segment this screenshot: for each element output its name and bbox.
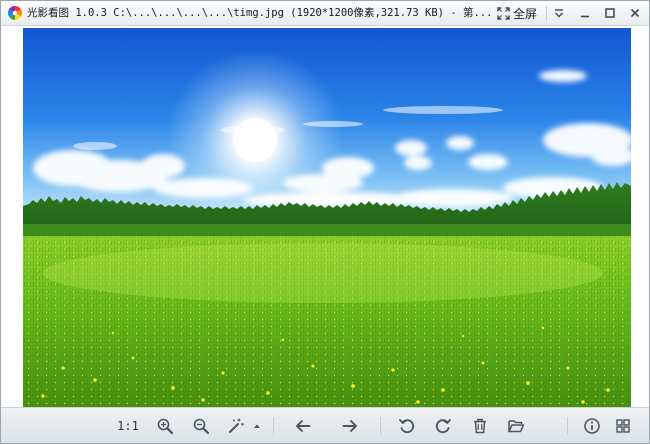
toolbar-separator <box>380 417 381 435</box>
magic-wand-icon <box>229 418 244 433</box>
dropdown-icon <box>555 9 563 18</box>
zoom-out-icon <box>193 418 210 435</box>
info-icon <box>584 418 600 434</box>
rotate-left-button[interactable] <box>395 415 419 437</box>
title-bar[interactable]: 光影看图 1.0.3 C:\...\...\...\...\timg.jpg (… <box>1 1 649 26</box>
image-viewer-window: 光影看图 1.0.3 C:\...\...\...\...\timg.jpg (… <box>0 0 650 444</box>
maximize-icon <box>605 8 615 18</box>
thumbnail-grid-button[interactable] <box>611 415 635 437</box>
minimize-icon <box>581 15 589 18</box>
rotate-right-button[interactable] <box>431 415 455 437</box>
rotate-right-icon <box>435 419 451 434</box>
fullscreen-icon <box>497 6 510 20</box>
image-viewer-area[interactable] <box>1 26 649 408</box>
toolbar-separator <box>273 417 274 435</box>
folder-icon <box>508 420 525 433</box>
maximize-button[interactable] <box>598 1 622 25</box>
close-button[interactable] <box>623 1 647 25</box>
open-folder-button[interactable] <box>504 415 528 437</box>
toolbar-separator <box>567 417 568 435</box>
app-logo-icon <box>8 6 22 20</box>
magic-options-button[interactable] <box>251 415 263 437</box>
menu-dropdown-button[interactable] <box>547 1 571 25</box>
bottom-toolbar: 1:1 <box>1 407 649 443</box>
caret-up-icon <box>254 424 260 428</box>
actual-size-label: 1:1 <box>117 419 139 433</box>
displayed-photo[interactable] <box>23 28 631 408</box>
next-image-button[interactable] <box>338 415 362 437</box>
zoom-in-icon <box>157 418 174 435</box>
rotate-left-icon <box>399 419 415 434</box>
close-icon <box>630 8 640 18</box>
previous-image-button[interactable] <box>291 415 315 437</box>
trash-icon <box>474 418 486 434</box>
actual-size-button[interactable]: 1:1 <box>113 415 143 437</box>
delete-button[interactable] <box>468 415 492 437</box>
fullscreen-button[interactable]: 全屏 <box>497 3 547 23</box>
arrow-left-icon <box>296 420 311 432</box>
minimize-button[interactable] <box>573 1 597 25</box>
image-info-button[interactable] <box>580 415 604 437</box>
zoom-out-button[interactable] <box>189 415 213 437</box>
fullscreen-label: 全屏 <box>513 6 538 21</box>
zoom-in-button[interactable] <box>153 415 177 437</box>
magic-enhance-button[interactable] <box>225 415 247 437</box>
arrow-right-icon <box>342 420 357 432</box>
window-title: 光影看图 1.0.3 C:\...\...\...\...\timg.jpg (… <box>27 7 491 19</box>
grid-icon <box>616 419 630 433</box>
